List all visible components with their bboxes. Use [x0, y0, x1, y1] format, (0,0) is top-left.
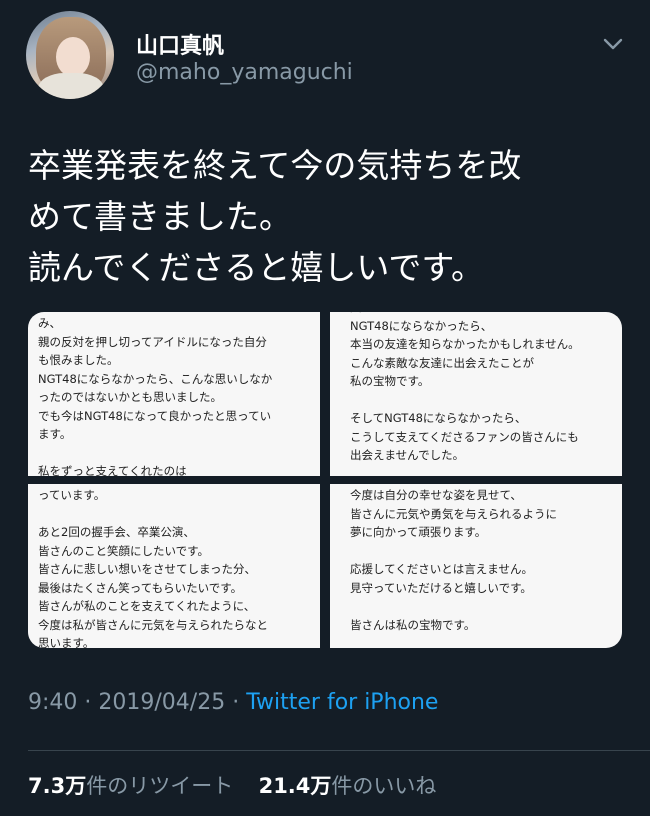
image-text-line: っています。 [38, 488, 106, 502]
image-text-line: 皆さんが私のことを支えてくれたように、 [38, 599, 256, 613]
image-text-line: 私の宝物です。 [350, 374, 430, 388]
image-text-line: そしてNGT48にならなかったら、 [350, 411, 527, 425]
image-text-line: 私をずっと支えてくれたのは [38, 464, 187, 476]
image-text-line: 皆さんに元気や勇気を与えられるように [350, 506, 557, 521]
tweet-text: 卒業発表を終えて今の気持ちを改 めて書きました。 読んでくださると嬉しいです。 [28, 140, 628, 293]
user-handle[interactable]: @maho_yamaguchi [136, 60, 353, 85]
image-text-line [38, 444, 272, 463]
tweet-line: 卒業発表を終えて今の気持ちを改 [28, 146, 522, 185]
image-text-line: 親の反対を押し切ってアイドルになった自分 [38, 334, 267, 349]
image-text-line: み、 [38, 316, 61, 330]
avatar-shirt [38, 73, 104, 99]
image-text: っています。あと2回の握手会、卒業公演、皆さんのこと笑顔にしたいです。皆さんに悲… [38, 486, 268, 648]
like-count: 21.4万 [258, 774, 332, 798]
image-text-line [350, 597, 557, 616]
meta-separator: · [84, 690, 92, 715]
meta-separator: · [232, 690, 240, 715]
image-text-line: 応援してくださいとは言えません。 [350, 562, 533, 576]
image-text-line: 最後はたくさん笑ってもらいたいです。 [38, 580, 243, 595]
image-text: 今度は自分の幸せな姿を見せて、皆さんに元気や勇気を与えられるように 夢に向かって頑… [350, 486, 557, 634]
image-text: 支えたいと思いました。NGT48にならなかったら、本当の友達を知らなかったかもし… [350, 312, 580, 465]
image-text: み、親の反対を押し切ってアイドルになった自分 も恨みました。 NGT48にならなかっ… [38, 314, 272, 476]
image-text-line: 皆さんのこと笑顔にしたいです。 [38, 543, 210, 558]
image-text-line: でも今はNGT48になって良かったと思ってい [38, 408, 272, 423]
image-text-line: 夢に向かって頑張ります。 [350, 525, 487, 539]
tweet-date: 2019/04/25 [98, 690, 226, 715]
divider [28, 750, 650, 751]
image-text-line: NGT48にならなかったら、 [350, 318, 493, 333]
image-text-line [350, 542, 557, 561]
image-text-line [350, 391, 580, 410]
image-text-line: も恨みました。 [38, 353, 119, 367]
image-text-line: 本当の友達を知らなかったかもしれません。 [350, 337, 580, 351]
image-text-line: 出会えませんでした。 [350, 448, 465, 462]
like-stat[interactable]: 21.4万件のいいね [259, 774, 437, 798]
image-panel-4[interactable]: 今度は自分の幸せな姿を見せて、皆さんに元気や勇気を与えられるように 夢に向かって頑… [330, 484, 622, 648]
chevron-down-icon[interactable] [602, 36, 624, 52]
tweet-line: 読んでくださると嬉しいです。 [28, 248, 485, 287]
tweet-time: 9:40 [28, 690, 78, 715]
image-panel-3[interactable]: っています。あと2回の握手会、卒業公演、皆さんのこと笑顔にしたいです。皆さんに悲… [28, 484, 320, 648]
tweet-line: めて書きました。 [28, 197, 292, 236]
tweet-source-link[interactable]: Twitter for iPhone [246, 690, 438, 715]
image-text-line: あと2回の握手会、卒業公演、 [38, 525, 195, 539]
image-text-line: 今度は自分の幸せな姿を見せて、 [350, 488, 522, 502]
image-panel-2[interactable]: 支えたいと思いました。NGT48にならなかったら、本当の友達を知らなかったかもし… [330, 312, 622, 476]
image-text-line: 今度は私が皆さんに元気を与えられたらなと [38, 617, 268, 632]
image-text-line: 皆さんに悲しい想いをさせてしまった分、 [38, 562, 257, 576]
retweet-count: 7.3万 [28, 774, 87, 798]
like-label: 件のいいね [331, 774, 437, 798]
image-text-line: こんな素敵な友達に出会えたことが [350, 355, 534, 370]
tweet-stats: 7.3万件のリツイート 21.4万件のいいね [28, 770, 436, 800]
retweet-label: 件のリツイート [86, 774, 234, 798]
display-name[interactable]: 山口真帆 [136, 28, 224, 60]
image-text-line: NGT48にならなかったら、こんな思いしなか [38, 371, 273, 386]
image-text-line [38, 505, 268, 524]
avatar[interactable] [26, 11, 114, 99]
tweet-meta: 9:40 · 2019/04/25 · Twitter for iPhone [28, 690, 438, 715]
avatar-face [56, 37, 90, 77]
retweet-stat[interactable]: 7.3万件のリツイート [28, 774, 233, 798]
image-panel-1[interactable]: み、親の反対を押し切ってアイドルになった自分 も恨みました。 NGT48にならなかっ… [28, 312, 320, 476]
media-grid: み、親の反対を押し切ってアイドルになった自分 も恨みました。 NGT48にならなかっ… [28, 312, 622, 648]
image-text-line: ったのではないかとも思いました。 [38, 390, 222, 404]
image-text-line: 皆さんは私の宝物です。 [350, 617, 476, 632]
image-text-line: こうして支えてくださるファンの皆さんにも [350, 429, 579, 444]
image-text-line: 見守っていただけると嬉しいです。 [350, 580, 532, 595]
image-text-line: ます。 [38, 427, 72, 441]
image-text-line: 思います。 [38, 636, 95, 648]
